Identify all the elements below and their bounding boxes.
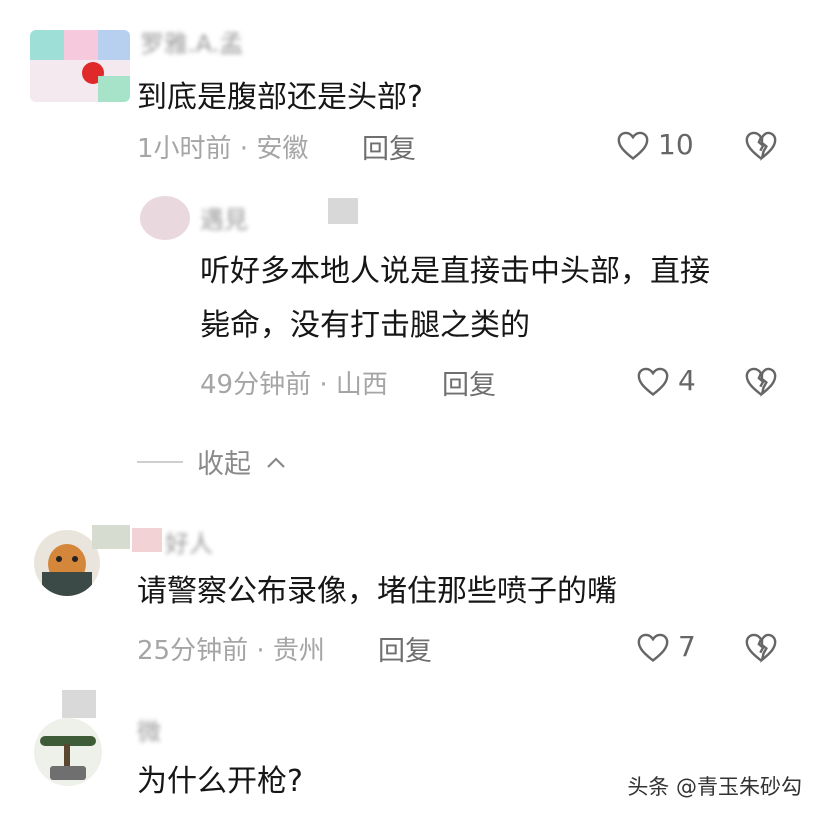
reply-text-line-1: 听好多本地人说是直接击中头部，直接 bbox=[200, 254, 710, 289]
heart-icon bbox=[617, 131, 649, 160]
reply-button[interactable]: 回复 bbox=[442, 363, 496, 402]
username[interactable]: 好人 bbox=[165, 524, 213, 559]
watermark: 头条 @青玉朱砂勾 bbox=[621, 769, 808, 803]
like-button[interactable]: 7 bbox=[636, 630, 696, 663]
avatar[interactable] bbox=[34, 530, 100, 596]
reply-button[interactable]: 回复 bbox=[362, 127, 416, 166]
broken-heart-icon[interactable] bbox=[744, 631, 778, 663]
avatar-blur bbox=[132, 528, 162, 552]
broken-heart-icon[interactable] bbox=[744, 129, 778, 161]
like-count: 10 bbox=[658, 128, 694, 161]
username[interactable]: 微 bbox=[137, 712, 161, 747]
avatar[interactable] bbox=[30, 30, 130, 102]
avatar[interactable] bbox=[140, 196, 190, 240]
collapse-replies-button[interactable]: 收起 bbox=[137, 442, 287, 481]
comment-text: 为什么开枪? bbox=[137, 764, 303, 799]
reply-button[interactable]: 回复 bbox=[378, 629, 432, 668]
heart-icon bbox=[637, 633, 669, 662]
username[interactable]: 罗雅.A.孟 bbox=[140, 24, 243, 59]
comment-time-location: 25分钟前 · 贵州 bbox=[137, 636, 325, 666]
like-count: 4 bbox=[678, 364, 696, 397]
username[interactable]: 遇見 bbox=[200, 200, 248, 235]
broken-heart-icon[interactable] bbox=[744, 365, 778, 397]
like-button[interactable]: 10 bbox=[616, 128, 694, 161]
avatar-blur bbox=[328, 198, 358, 224]
like-count: 7 bbox=[678, 630, 696, 663]
avatar-blur bbox=[92, 525, 130, 549]
comment-text: 到底是腹部还是头部? bbox=[137, 80, 423, 115]
comment-text: 请警察公布录像，堵住那些喷子的嘴 bbox=[137, 574, 617, 609]
reply-time-location: 49分钟前 · 山西 bbox=[200, 370, 388, 400]
reply-text-line-2: 毙命，没有打击腿之类的 bbox=[200, 308, 530, 343]
chevron-up-icon bbox=[267, 456, 285, 468]
collapse-label: 收起 bbox=[197, 449, 251, 480]
comment-time-location: 1小时前 · 安徽 bbox=[137, 134, 309, 164]
avatar-blur bbox=[62, 690, 96, 718]
divider bbox=[137, 460, 183, 463]
avatar[interactable] bbox=[34, 718, 102, 786]
heart-icon bbox=[637, 367, 669, 396]
like-button[interactable]: 4 bbox=[636, 364, 696, 397]
